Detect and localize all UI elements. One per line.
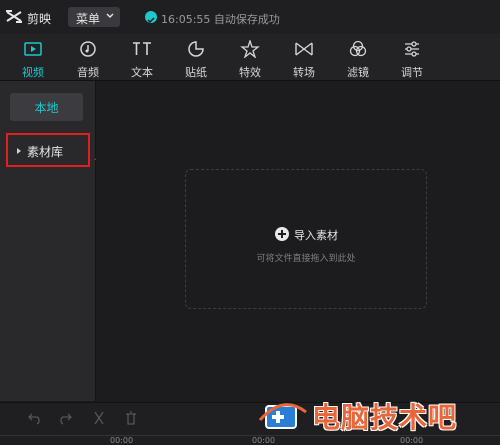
tab-label: 滤镜 [347, 66, 369, 79]
redo-icon[interactable] [58, 411, 72, 425]
library-label: 素材库 [27, 145, 64, 159]
video-icon [24, 42, 42, 56]
import-button[interactable]: 导入素材 [186, 226, 426, 242]
text-icon [133, 42, 151, 55]
tab-filter[interactable]: 滤镜 [334, 34, 382, 80]
watermark-text: 电脑技术吧 [312, 401, 458, 434]
media-toolbar: 视频 音频 文本 贴纸 特效 转场 滤镜 调节 [0, 34, 500, 81]
title-bar: 剪映 菜单 16:05:55 自动保存成功 [0, 0, 500, 34]
tab-adjust[interactable]: 调节 [388, 34, 436, 80]
capcut-logo-icon [6, 10, 22, 23]
tab-label: 视频 [22, 66, 44, 79]
save-status-text: 16:05:55 自动保存成功 [161, 13, 280, 26]
audio-icon [80, 41, 96, 57]
site-watermark: 电脑技术吧 [258, 394, 500, 443]
local-label: 本地 [34, 101, 59, 115]
ruler-tick-label: 00:00 [110, 436, 134, 445]
delete-icon[interactable] [124, 411, 138, 425]
adjust-icon [405, 41, 419, 57]
watermark-logo-icon [258, 403, 307, 429]
menu-dropdown[interactable]: 菜单 [68, 7, 120, 27]
filter-icon [349, 40, 367, 57]
tab-label: 文本 [131, 66, 153, 79]
tab-transition[interactable]: 转场 [280, 34, 328, 80]
tab-label: 调节 [401, 66, 423, 79]
tab-label: 转场 [293, 66, 315, 79]
media-panel: 导入素材 可将文件直接拖入到此处 [96, 81, 500, 401]
transition-icon [295, 42, 313, 56]
tab-sticker[interactable]: 贴纸 [172, 34, 220, 80]
undo-icon[interactable] [28, 411, 42, 425]
local-button[interactable]: 本地 [10, 93, 83, 121]
app-name: 剪映 [27, 12, 52, 26]
import-label: 导入素材 [294, 229, 338, 242]
drop-hint: 可将文件直接拖入到此处 [256, 254, 356, 264]
sticker-icon [188, 41, 204, 57]
tab-video[interactable]: 视频 [9, 34, 57, 80]
import-dropzone[interactable]: 导入素材 可将文件直接拖入到此处 [185, 169, 427, 309]
split-icon[interactable] [92, 411, 106, 425]
tab-label: 音频 [77, 66, 99, 79]
media-sidebar: 本地 素材库 [0, 81, 96, 401]
tab-label: 特效 [239, 66, 261, 79]
tab-audio[interactable]: 音频 [64, 34, 112, 80]
effects-icon [240, 40, 260, 58]
tab-text[interactable]: 文本 [118, 34, 166, 80]
chevron-down-icon [106, 13, 114, 18]
plus-icon [275, 227, 289, 241]
caret-right-icon [17, 148, 21, 154]
sidebar-item-library[interactable]: 素材库 [6, 133, 90, 167]
tab-label: 贴纸 [185, 66, 207, 79]
menu-label: 菜单 [76, 12, 101, 26]
check-circle-icon [145, 11, 157, 24]
tab-effects[interactable]: 特效 [226, 34, 274, 80]
